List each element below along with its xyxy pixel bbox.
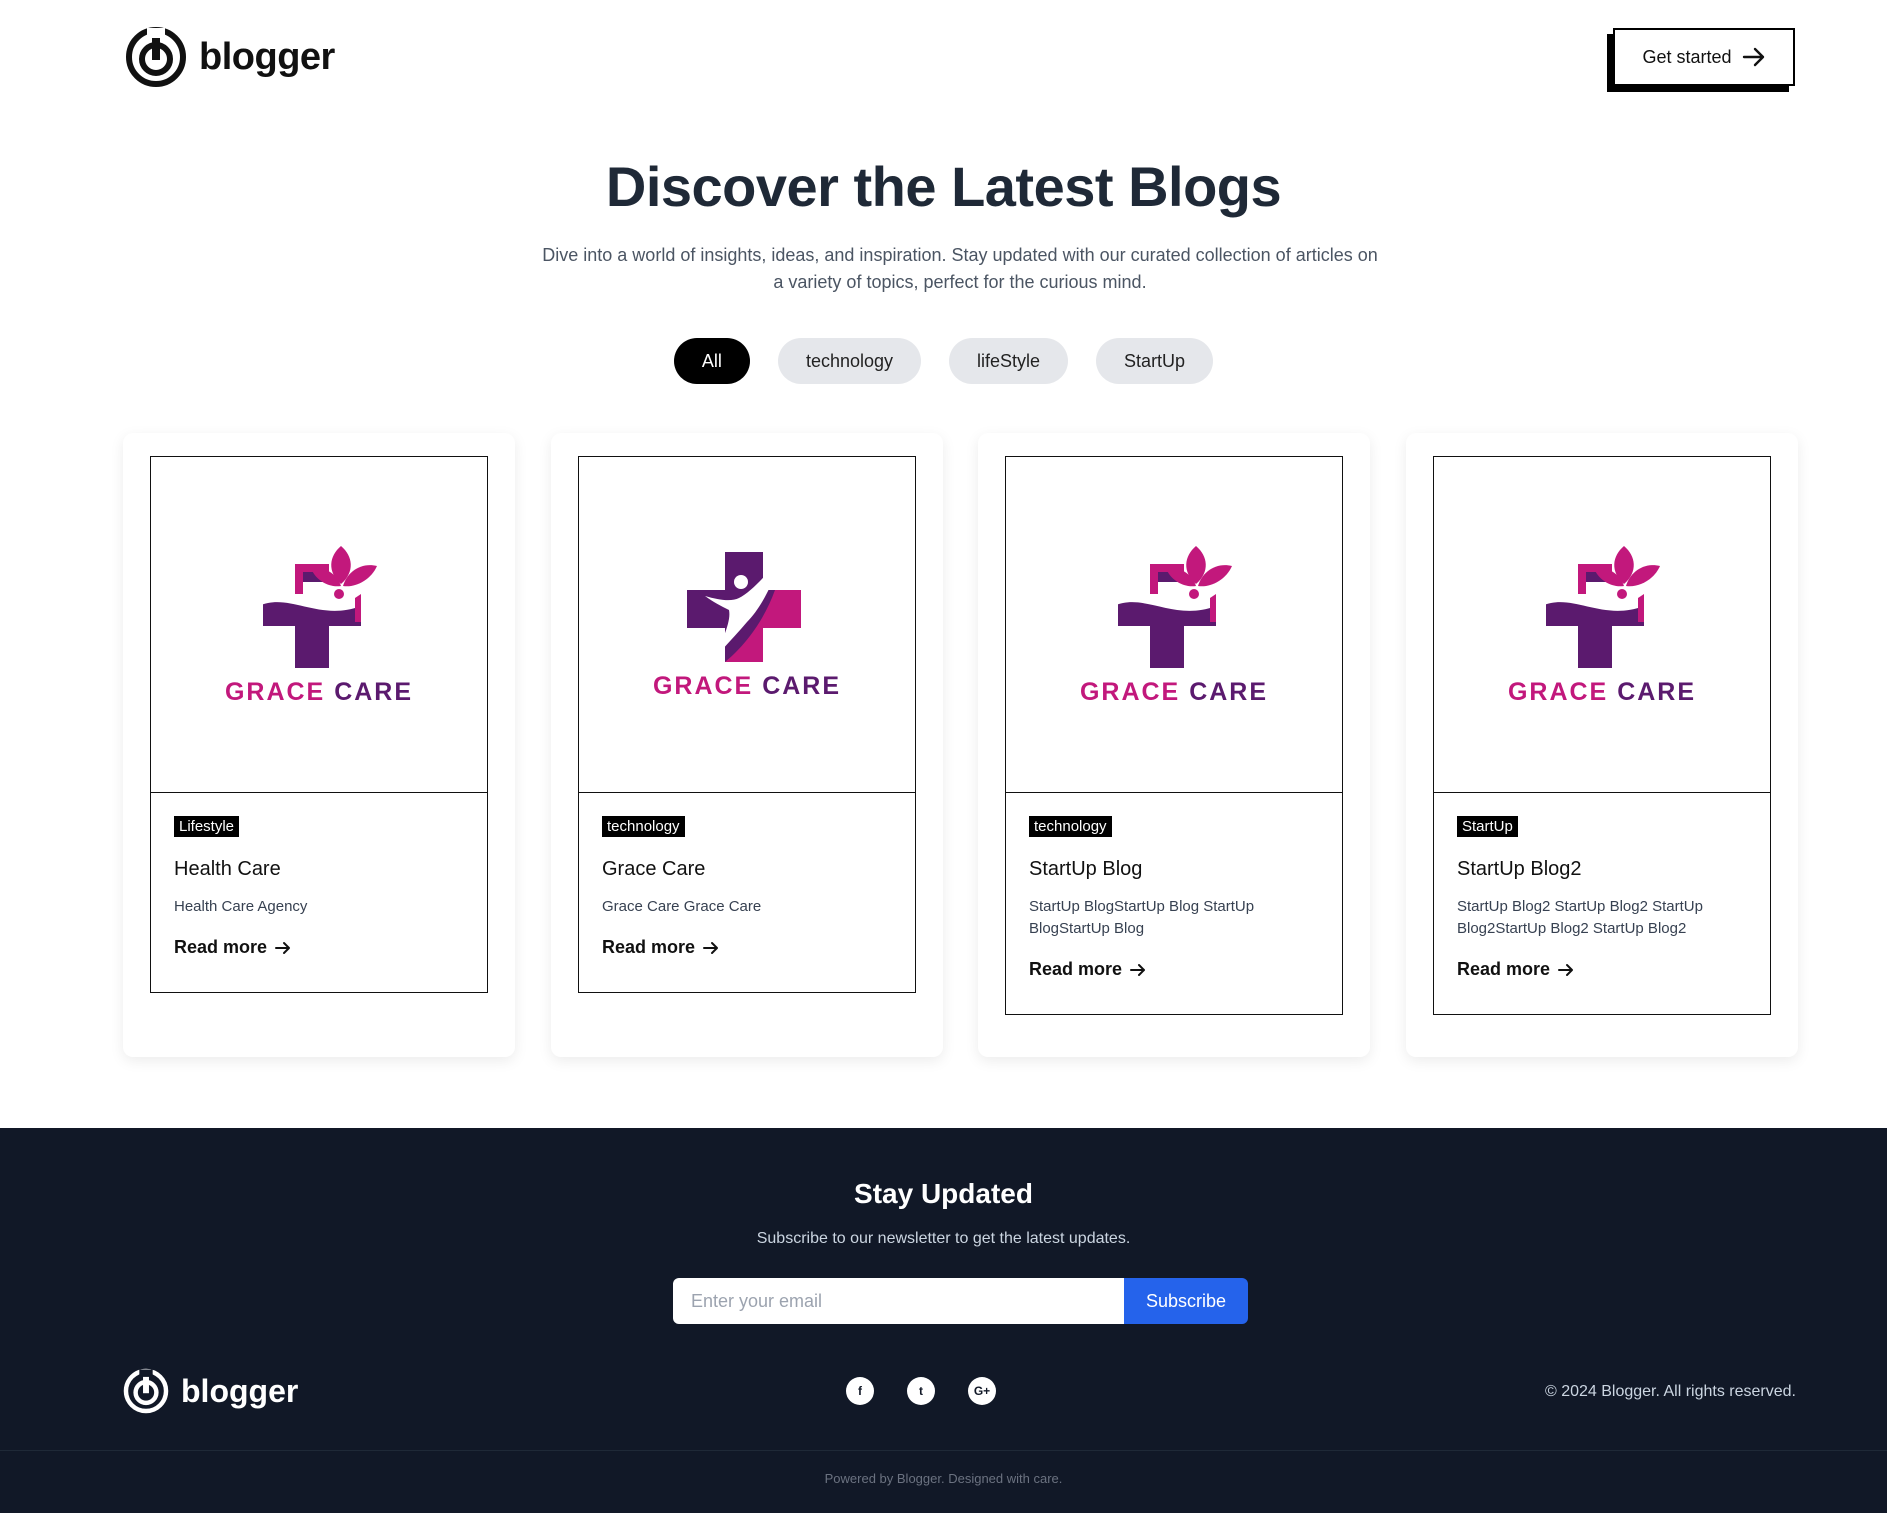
newsletter-subtitle: Subscribe to our newsletter to get the l… (756, 1230, 1131, 1247)
grace-care-wordmark: GRACE CARE (1079, 678, 1269, 706)
blog-card-body: technology Grace Care Grace Care Grace C… (579, 793, 915, 958)
category-tag: StartUp (1457, 816, 1518, 837)
email-input[interactable] (673, 1278, 1124, 1324)
footer-logo[interactable]: blogger (123, 1368, 298, 1414)
grace-care-logo-icon (687, 552, 801, 662)
newsletter-form: Subscribe (673, 1278, 1248, 1324)
twitter-icon[interactable]: t (907, 1377, 935, 1405)
site-footer: Stay Updated Subscribe to our newsletter… (0, 1128, 1887, 1513)
blog-card-frame: GRACE CARE StartUp StartUp Blog2 StartUp… (1433, 456, 1771, 1015)
read-more-label: Read more (1457, 959, 1551, 979)
blog-title[interactable]: Health Care (174, 858, 464, 881)
read-more-label: Read more (174, 937, 268, 957)
blog-description: Health Care Agency (174, 898, 308, 915)
filter-technology[interactable]: technology (777, 338, 922, 384)
arrow-right-icon (1742, 47, 1764, 67)
blog-card-frame: GRACE CARE technology StartUp Blog Start… (1005, 456, 1343, 1015)
blogger-logo-icon (126, 27, 186, 87)
subtitle-line-2: a variety of topics, perfect for the cur… (773, 272, 1147, 292)
get-started-button-wrap[interactable]: Get started (1607, 28, 1795, 92)
blog-card: GRACE CARE StartUp StartUp Blog2 StartUp… (1406, 433, 1798, 1057)
page-subtitle: Dive into a world of insights, ideas, an… (535, 242, 1385, 296)
blog-card-frame: GRACE CARE Lifestyle Health Care Health … (150, 456, 488, 993)
blog-card-frame: GRACE CARE technology Grace Care Grace C… (578, 456, 916, 993)
read-more-link[interactable]: Read more (1029, 959, 1319, 980)
blog-thumbnail[interactable]: GRACE CARE (579, 457, 915, 793)
get-started-button[interactable]: Get started (1613, 28, 1795, 86)
get-started-label: Get started (1642, 46, 1732, 67)
category-tag: Lifestyle (174, 816, 240, 837)
read-more-link[interactable]: Read more (1457, 959, 1747, 980)
blog-description: StartUp BlogStartUp Blog StartUp BlogSta… (1029, 898, 1255, 937)
grace-care-wordmark: GRACE CARE (652, 672, 842, 700)
blog-description: Grace Care Grace Care (602, 898, 762, 915)
footer-divider (0, 1450, 1887, 1451)
category-filters: All technology lifeStyle StartUp (0, 338, 1887, 384)
arrow-right-icon (1130, 963, 1146, 976)
subscribe-button[interactable]: Subscribe (1124, 1278, 1248, 1324)
page-title: Discover the Latest Blogs (605, 155, 1282, 218)
blog-title[interactable]: StartUp Blog (1029, 858, 1319, 881)
social-links: f t G+ (846, 1377, 996, 1405)
logo-wordmark: blogger (199, 35, 335, 78)
read-more-label: Read more (602, 937, 696, 957)
read-more-link[interactable]: Read more (602, 937, 892, 958)
read-more-label: Read more (1029, 959, 1123, 979)
site-logo[interactable]: blogger (125, 26, 335, 88)
blog-description: StartUp Blog2 StartUp Blog2 StartUp Blog… (1457, 898, 1703, 937)
blog-card: GRACE CARE technology Grace Care Grace C… (551, 433, 943, 1057)
category-tag: technology (602, 816, 685, 837)
powered-by-text: Powered by Blogger. Designed with care. (824, 1471, 1063, 1486)
blog-title[interactable]: Grace Care (602, 858, 892, 881)
read-more-link[interactable]: Read more (174, 937, 464, 958)
blog-thumbnail[interactable]: GRACE CARE (1434, 457, 1770, 793)
grace-care-wordmark: GRACE CARE (1507, 678, 1697, 706)
blog-card-body: StartUp StartUp Blog2 StartUp Blog2 Star… (1434, 793, 1770, 980)
blogger-logo-icon (123, 1368, 169, 1414)
blog-thumbnail[interactable]: GRACE CARE (151, 457, 487, 793)
arrow-right-icon (275, 941, 291, 954)
blog-card-body: technology StartUp Blog StartUp BlogStar… (1006, 793, 1342, 980)
grace-care-wordmark: GRACE CARE (224, 678, 414, 706)
blog-title[interactable]: StartUp Blog2 (1457, 858, 1747, 881)
newsletter-title: Stay Updated (854, 1178, 1033, 1209)
subtitle-line-1: Dive into a world of insights, ideas, an… (542, 245, 1378, 265)
grace-care-logo-icon (259, 546, 377, 668)
google-plus-icon[interactable]: G+ (968, 1377, 996, 1405)
footer-logo-wordmark: blogger (181, 1372, 299, 1409)
blog-thumbnail[interactable]: GRACE CARE (1006, 457, 1342, 793)
category-tag: technology (1029, 816, 1112, 837)
facebook-icon[interactable]: f (846, 1377, 874, 1405)
copyright-text: © 2024 Blogger. All rights reserved. (1544, 1383, 1796, 1400)
blog-card: GRACE CARE technology StartUp Blog Start… (978, 433, 1370, 1057)
grace-care-logo-icon (1542, 546, 1660, 668)
blog-card-body: Lifestyle Health Care Health Care Agency… (151, 793, 487, 958)
filter-all[interactable]: All (673, 338, 750, 384)
arrow-right-icon (1558, 963, 1574, 976)
blog-card: GRACE CARE Lifestyle Health Care Health … (123, 433, 515, 1057)
filter-lifestyle[interactable]: lifeStyle (949, 338, 1069, 384)
filter-startup[interactable]: StartUp (1096, 338, 1214, 384)
arrow-right-icon (703, 941, 719, 954)
grace-care-logo-icon (1114, 546, 1232, 668)
